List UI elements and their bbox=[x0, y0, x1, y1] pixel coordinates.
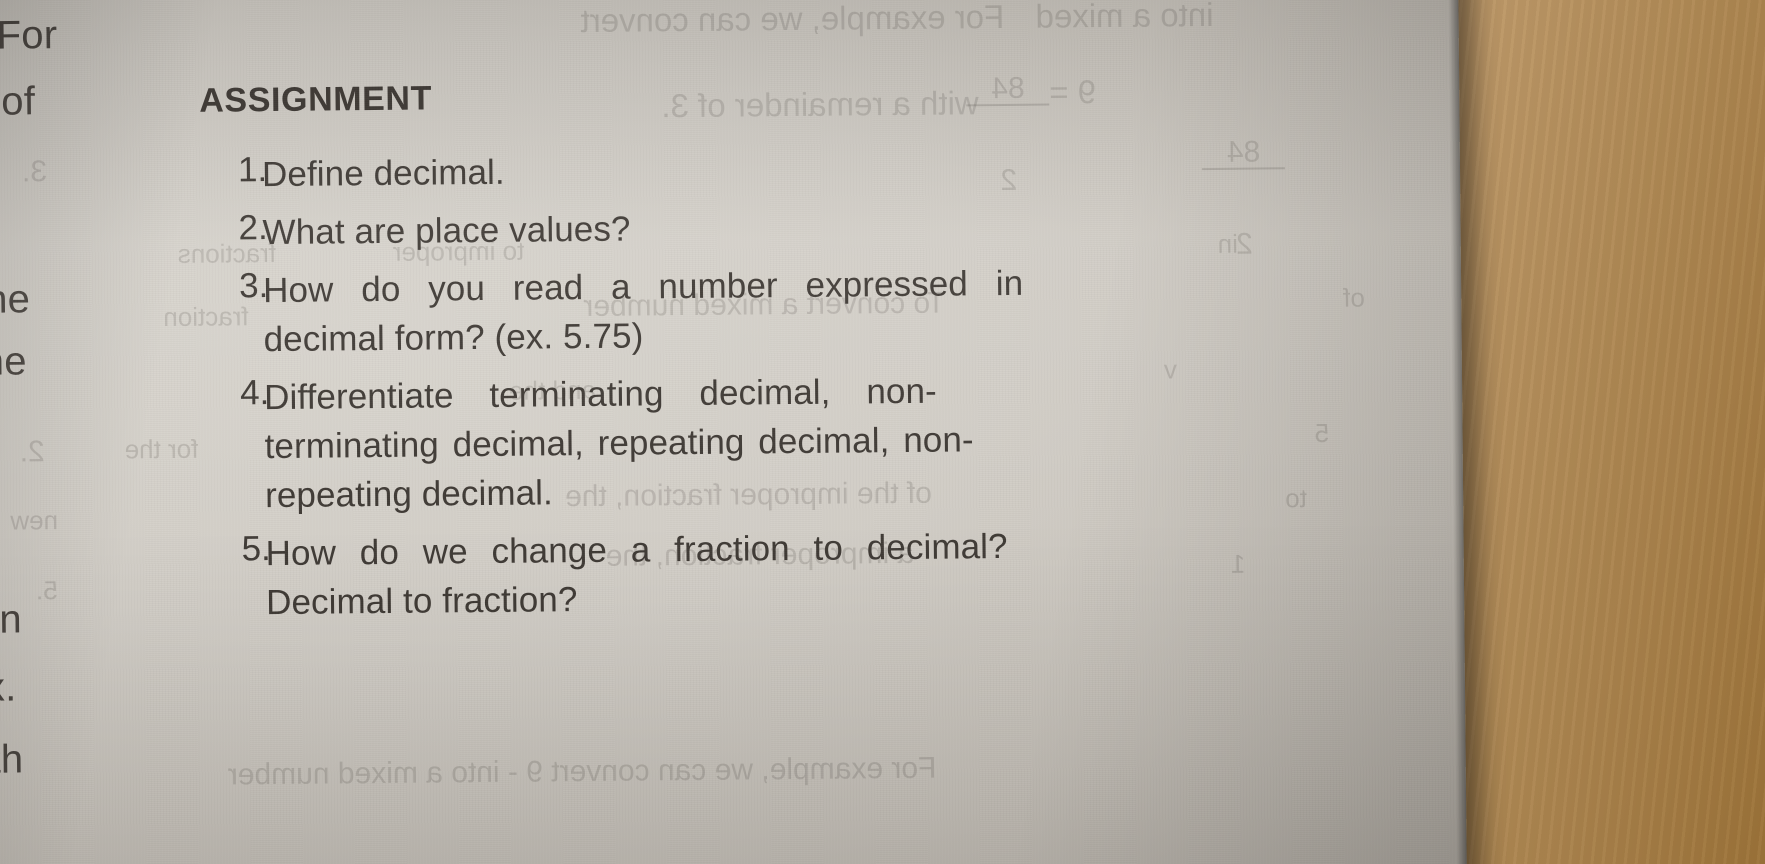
question-text: Define decimal. bbox=[262, 139, 1410, 199]
question-item: 3. How do you read a number expressed in… bbox=[201, 255, 1412, 365]
question-list: 1. Define decimal. 2. What are place val… bbox=[200, 139, 1415, 628]
question-line: Decimal to fraction? bbox=[265, 580, 578, 623]
bleed-line: into a mixed bbox=[1035, 0, 1214, 35]
question-number: 1. bbox=[237, 150, 268, 190]
question-line: repeating decimal. bbox=[264, 473, 554, 516]
bleed-line: 2. bbox=[19, 435, 45, 469]
assignment-title: ASSIGNMENT bbox=[199, 79, 433, 120]
photograph: For example, we can convert into a mixed… bbox=[0, 0, 1765, 864]
question-line: What are place values? bbox=[262, 209, 631, 253]
bleed-line: 5. bbox=[35, 575, 58, 606]
left-fragment: th bbox=[0, 737, 24, 782]
bleed-line: 3. bbox=[21, 155, 48, 189]
question-item: 2. What are place values? bbox=[200, 197, 1410, 258]
question-line: decimal form? (ex. 5.75) bbox=[263, 316, 644, 360]
question-item: 1. Define decimal. bbox=[200, 139, 1410, 200]
question-text: How do you read a number expressed in de… bbox=[263, 255, 1412, 364]
bleed-line: for the bbox=[124, 433, 199, 465]
question-item: 5. How do we change a fraction to decima… bbox=[203, 518, 1414, 628]
question-text: How do we change a fraction to decimal? … bbox=[265, 518, 1414, 627]
left-fragment: of bbox=[1, 79, 36, 124]
question-number: 3. bbox=[238, 266, 269, 306]
question-item: 4. Differentiate terminating decimal, no… bbox=[202, 362, 1413, 521]
assignment-block: ASSIGNMENT 1. Define decimal. 2. What ar… bbox=[199, 70, 1414, 637]
left-fragment: in bbox=[0, 597, 23, 642]
paper-sheet: For example, we can convert into a mixed… bbox=[0, 0, 1467, 864]
left-fragment: he bbox=[0, 277, 31, 322]
bleed-line: For example, we can convert 9 - into a m… bbox=[227, 751, 937, 792]
bleed-line: new bbox=[10, 505, 59, 536]
left-fragment: he bbox=[0, 339, 27, 384]
question-number: 2. bbox=[238, 208, 268, 248]
question-number: 4. bbox=[239, 373, 270, 413]
bleed-line: For example, we can convert bbox=[580, 0, 1005, 40]
paper-right-edge-shadow bbox=[1447, 0, 1467, 864]
left-fragment: For bbox=[0, 13, 58, 58]
question-line: Define decimal. bbox=[261, 152, 505, 195]
left-fragment: x. bbox=[0, 665, 17, 710]
question-text: What are place values? bbox=[262, 197, 1410, 257]
question-text: Differentiate terminating decimal, non- … bbox=[264, 362, 1413, 520]
question-number: 5. bbox=[241, 529, 271, 569]
